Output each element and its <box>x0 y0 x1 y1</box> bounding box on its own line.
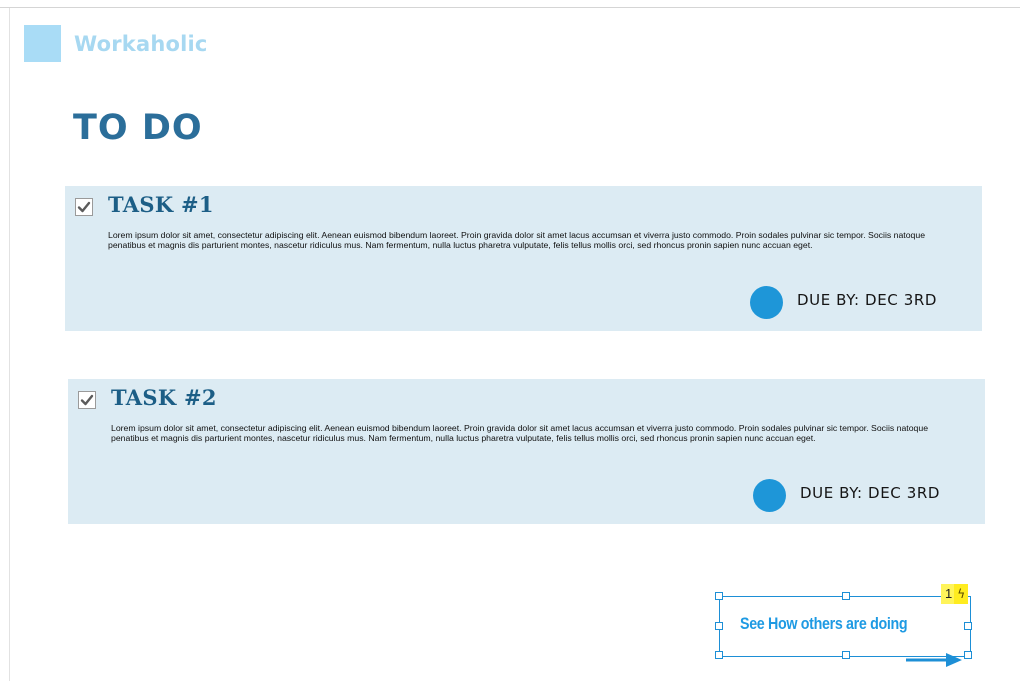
top-divider <box>0 7 1020 8</box>
resize-handle-bottom-right[interactable] <box>964 651 972 659</box>
interaction-badge[interactable]: 1 ϟ <box>941 584 969 604</box>
see-others-label: See How others are doing <box>740 614 908 633</box>
due-date-label: DUE BY: DEC 3RD <box>797 291 938 309</box>
task-checkbox[interactable] <box>75 198 93 216</box>
task-card: TASK #1 Lorem ipsum dolor sit amet, cons… <box>65 186 982 331</box>
left-divider <box>9 8 10 681</box>
checkmark-icon <box>80 394 94 406</box>
resize-handle-top-left[interactable] <box>715 592 723 600</box>
due-indicator-icon <box>750 286 783 319</box>
resize-handle-middle-left[interactable] <box>715 622 723 630</box>
resize-handle-bottom-middle[interactable] <box>842 651 850 659</box>
task-card: TASK #2 Lorem ipsum dolor sit amet, cons… <box>68 379 985 524</box>
task-title: TASK #2 <box>111 385 217 410</box>
checkmark-icon <box>77 201 91 213</box>
see-others-link[interactable]: See How others are doing <box>715 592 972 659</box>
task-description: Lorem ipsum dolor sit amet, consectetur … <box>111 423 929 443</box>
arrow-right-icon <box>906 653 962 667</box>
task-title: TASK #1 <box>108 192 214 217</box>
task-checkbox[interactable] <box>78 391 96 409</box>
task-description: Lorem ipsum dolor sit amet, consectetur … <box>108 230 926 250</box>
lightning-icon: ϟ <box>954 584 969 604</box>
logo-square-icon <box>24 25 61 62</box>
brand-logo[interactable]: Workaholic <box>24 25 208 62</box>
due-date-label: DUE BY: DEC 3RD <box>800 484 941 502</box>
resize-handle-bottom-left[interactable] <box>715 651 723 659</box>
resize-handle-top-middle[interactable] <box>842 592 850 600</box>
badge-count: 1 <box>941 584 955 604</box>
page-title: TO DO <box>73 108 203 148</box>
brand-name: Workaholic <box>74 31 208 56</box>
resize-handle-middle-right[interactable] <box>964 622 972 630</box>
due-indicator-icon <box>753 479 786 512</box>
